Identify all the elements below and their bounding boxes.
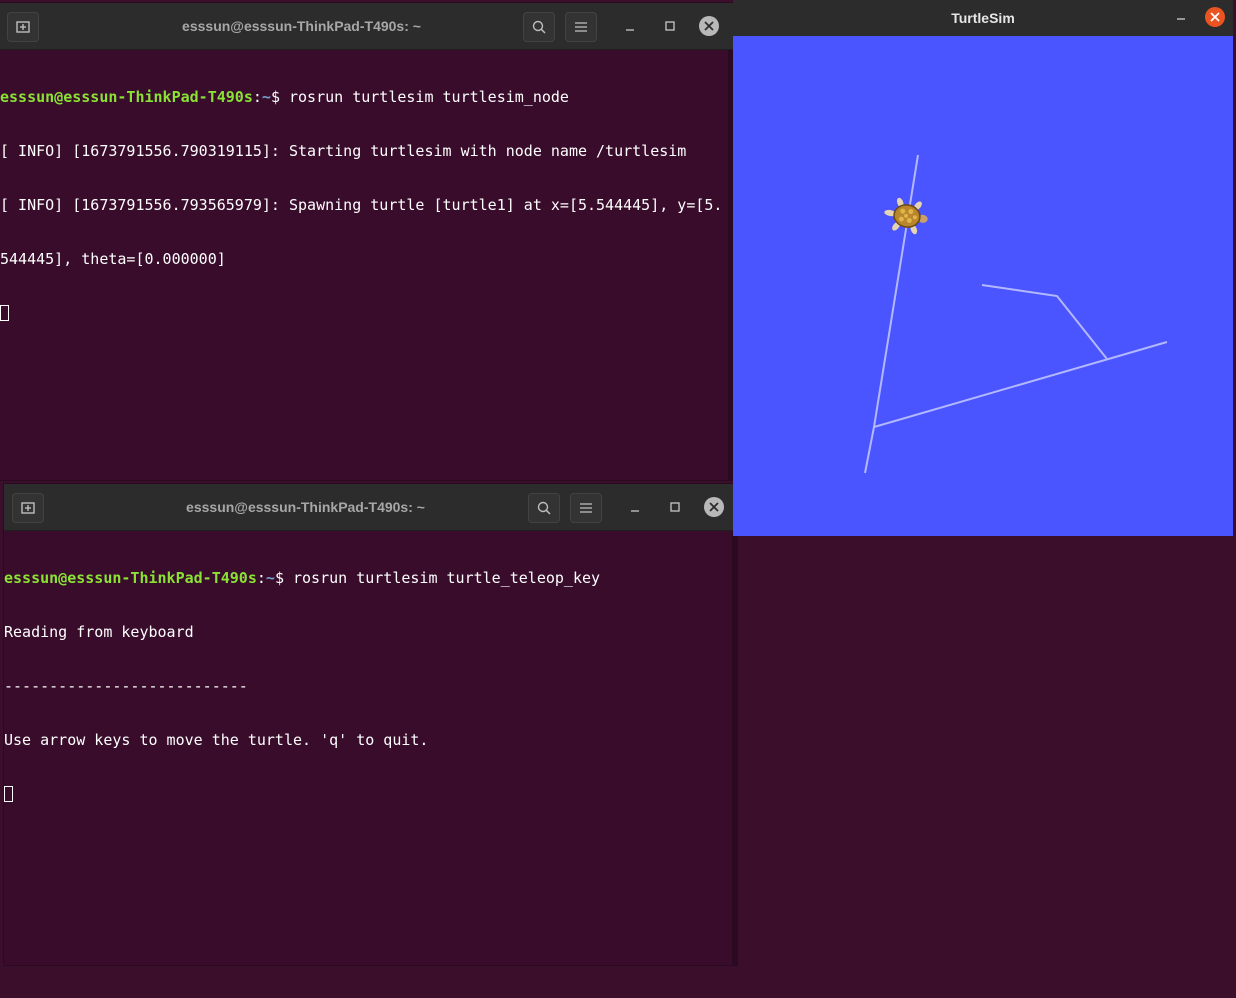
menu-button[interactable]	[570, 493, 602, 523]
menu-button[interactable]	[565, 12, 597, 42]
terminal-2-output[interactable]: esssun@esssun-ThinkPad-T490s:~$ rosrun t…	[4, 533, 737, 965]
minimize-icon	[1177, 18, 1185, 20]
new-tab-button[interactable]	[12, 493, 44, 523]
turtlesim-canvas	[733, 36, 1233, 536]
output-line: Use arrow keys to move the turtle. 'q' t…	[4, 731, 429, 749]
command-text: rosrun turtlesim turtlesim_node	[289, 88, 569, 106]
prompt-path: ~	[261, 88, 271, 106]
minimize-icon	[626, 29, 634, 31]
terminal-window-2[interactable]: esssun@esssun-ThinkPad-T490s: ~ esssun@e…	[4, 484, 737, 965]
terminal-1-output[interactable]: esssun@esssun-ThinkPad-T490s:~$ rosrun t…	[0, 52, 733, 480]
maximize-icon	[665, 21, 675, 31]
search-icon	[532, 20, 546, 34]
prompt-path: ~	[265, 569, 275, 587]
window-title: TurtleSim	[951, 10, 1015, 26]
output-line: [ INFO] [1673791556.793565979]: Spawning…	[0, 196, 723, 214]
search-button[interactable]	[523, 12, 555, 42]
hamburger-menu-icon	[580, 503, 592, 513]
prompt-sep: :	[256, 569, 266, 587]
close-button[interactable]	[699, 16, 719, 36]
output-line: [ INFO] [1673791556.790319115]: Starting…	[0, 142, 687, 160]
minimize-icon	[631, 510, 639, 512]
turtlesim-window[interactable]: TurtleSim	[733, 0, 1233, 536]
prompt-line: esssun@esssun-ThinkPad-T490s:~$ rosrun t…	[0, 88, 733, 106]
minimize-button[interactable]	[621, 17, 639, 35]
new-tab-icon	[16, 21, 30, 33]
close-icon	[709, 502, 719, 512]
maximize-icon	[670, 502, 680, 512]
close-icon	[1210, 12, 1220, 22]
hamburger-menu-icon	[575, 22, 587, 32]
output-line: ---------------------------	[4, 677, 248, 695]
terminal-1-titlebar[interactable]: esssun@esssun-ThinkPad-T490s: ~	[0, 3, 733, 50]
close-button[interactable]	[704, 497, 724, 517]
text-cursor	[0, 305, 9, 321]
prompt-end: $	[270, 88, 289, 106]
maximize-button[interactable]	[661, 17, 679, 35]
output-line: 544445], theta=[0.000000]	[0, 250, 226, 268]
maximize-button[interactable]	[666, 498, 684, 516]
prompt-user: esssun@esssun-ThinkPad-T490s	[0, 88, 253, 106]
minimize-button[interactable]	[1172, 9, 1190, 27]
output-line: Reading from keyboard	[4, 623, 194, 641]
close-button[interactable]	[1205, 7, 1225, 27]
new-tab-icon	[21, 502, 35, 514]
close-icon	[704, 21, 714, 31]
prompt-user: esssun@esssun-ThinkPad-T490s	[4, 569, 257, 587]
terminal-2-titlebar[interactable]: esssun@esssun-ThinkPad-T490s: ~	[4, 484, 737, 531]
new-tab-button[interactable]	[7, 12, 39, 42]
window-title: esssun@esssun-ThinkPad-T490s: ~	[186, 499, 425, 515]
prompt-line: esssun@esssun-ThinkPad-T490s:~$ rosrun t…	[4, 569, 737, 587]
terminal-window-1[interactable]: esssun@esssun-ThinkPad-T490s: ~ esssun@e…	[0, 3, 733, 480]
prompt-sep: :	[252, 88, 262, 106]
text-cursor	[4, 786, 13, 802]
prompt-end: $	[274, 569, 293, 587]
minimize-button[interactable]	[626, 498, 644, 516]
search-icon	[537, 501, 551, 515]
scrollbar[interactable]	[732, 531, 737, 965]
command-text: rosrun turtlesim turtle_teleop_key	[293, 569, 601, 587]
window-title: esssun@esssun-ThinkPad-T490s: ~	[182, 18, 421, 34]
turtlesim-titlebar[interactable]: TurtleSim	[733, 0, 1233, 37]
search-button[interactable]	[528, 493, 560, 523]
